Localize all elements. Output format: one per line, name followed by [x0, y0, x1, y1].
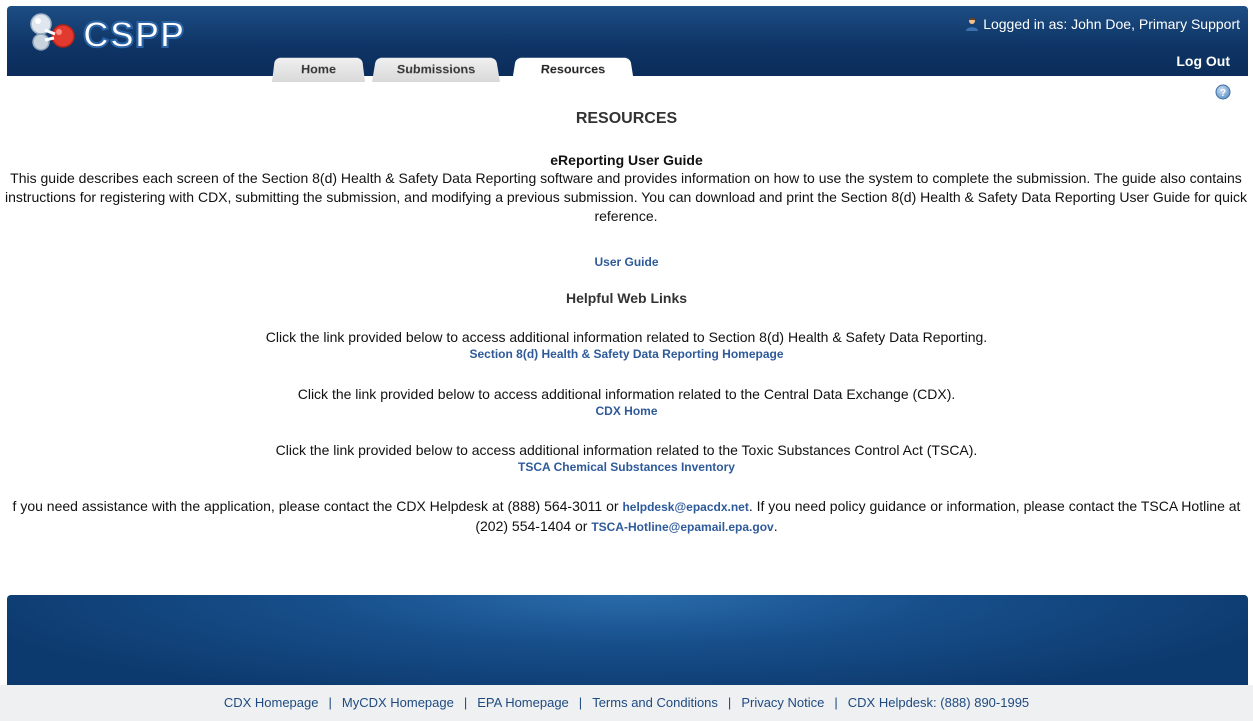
- logo-text: CSPP: [82, 13, 186, 56]
- helpful-links-title: Helpful Web Links: [565, 290, 688, 306]
- section8d-homepage-link[interactable]: Section 8(d) Health & Safety Data Report…: [469, 347, 783, 361]
- user-guide-row: User Guide: [0, 253, 1253, 269]
- footer-links: CDX Homepage | MyCDX Homepage | EPA Homepage…: [0, 685, 1253, 721]
- footer-link-epa-homepage[interactable]: EPA Homepage: [477, 695, 569, 710]
- tsca-inventory-link[interactable]: TSCA Chemical Substances Inventory: [518, 460, 735, 474]
- tab-submissions[interactable]: Submissions: [372, 57, 500, 82]
- footer-link-cdx-helpdesk[interactable]: CDX Helpdesk: (888) 890-1995: [848, 695, 1029, 710]
- footer-link-cdx-homepage[interactable]: CDX Homepage: [224, 695, 319, 710]
- footer-banner: [7, 595, 1248, 685]
- footer-link-privacy[interactable]: Privacy Notice: [741, 695, 824, 710]
- footer-link-mycdx-homepage[interactable]: MyCDX Homepage: [342, 695, 454, 710]
- cdx-home-link[interactable]: CDX Home: [595, 404, 657, 418]
- guide-description: This guide describes each screen of the …: [5, 170, 1247, 224]
- header-bar: CSPP Logged in as: John Doe, Primary Sup…: [7, 6, 1248, 82]
- tab-home[interactable]: Home: [272, 57, 365, 82]
- footer-separator: |: [463, 695, 468, 710]
- link-block-text: Click the link provided below to access …: [265, 329, 988, 345]
- contact-text-1: f you need assistance with the applicati…: [12, 498, 623, 514]
- logout-link[interactable]: Log Out: [1176, 53, 1230, 69]
- molecule-logo-icon: [30, 13, 75, 51]
- user-icon: [966, 17, 979, 31]
- link-block-text: Click the link provided below to access …: [275, 442, 978, 458]
- link-block-text: Click the link provided below to access …: [297, 386, 956, 402]
- footer-separator: |: [578, 695, 583, 710]
- user-guide-link[interactable]: User Guide: [594, 255, 658, 269]
- guide-title: eReporting User Guide: [550, 152, 703, 168]
- tab-submissions-label: Submissions: [396, 62, 476, 77]
- cspp-logo[interactable]: CSPP: [27, 12, 207, 56]
- contact-info: f you need assistance with the applicati…: [0, 497, 1253, 537]
- tab-home-label: Home: [300, 62, 337, 77]
- tab-resources[interactable]: Resources: [512, 57, 634, 82]
- logged-in-text: Logged in as: John Doe, Primary Support: [983, 16, 1240, 32]
- helpdesk-email-link[interactable]: helpdesk@epacdx.net: [622, 500, 748, 514]
- footer-separator: |: [727, 695, 732, 710]
- tsca-hotline-email-link[interactable]: TSCA-Hotline@epamail.epa.gov: [591, 520, 773, 534]
- svg-text:?: ?: [1220, 88, 1226, 99]
- help-icon[interactable]: ?: [1215, 84, 1231, 100]
- footer-separator: |: [834, 695, 838, 710]
- footer-link-terms[interactable]: Terms and Conditions: [592, 695, 718, 710]
- link-block-section8d: Click the link provided below to access …: [0, 329, 1253, 361]
- logged-in-status: Logged in as: John Doe, Primary Support: [965, 16, 1240, 32]
- link-block-tsca: Click the link provided below to access …: [0, 442, 1253, 474]
- link-block-cdx: Click the link provided below to access …: [0, 386, 1253, 418]
- contact-text-3: .: [773, 518, 778, 534]
- footer-separator: |: [328, 695, 332, 710]
- tab-resources-label: Resources: [540, 62, 606, 77]
- page-title: RESOURCES: [575, 110, 678, 127]
